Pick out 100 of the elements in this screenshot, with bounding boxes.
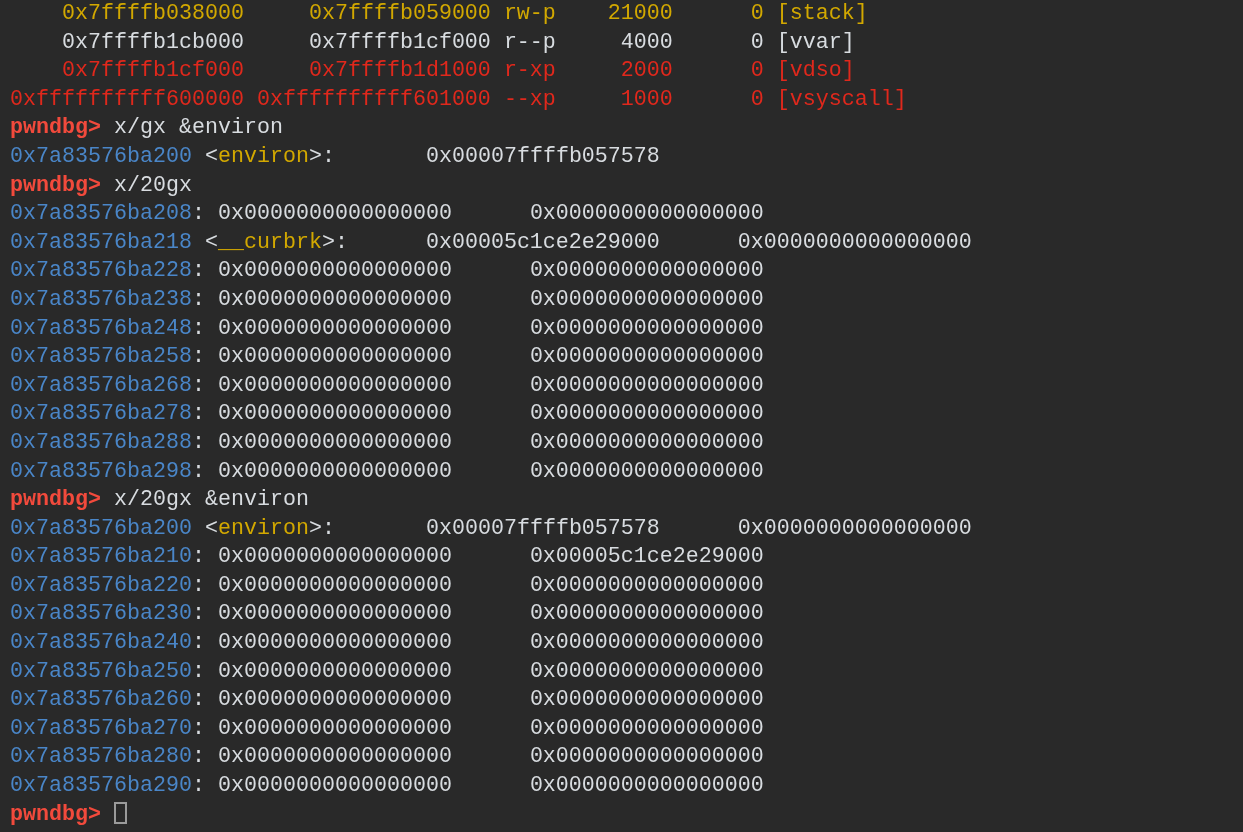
memory-value: 0x0000000000000000 [217,773,452,799]
punctuation-text: : [191,401,205,427]
memory-value: 0x0000000000000000 [529,658,764,684]
punctuation-text: >: [308,515,335,541]
memory-value: 0x0000000000000000 [217,544,452,570]
command-text: x/20gx [114,172,192,198]
permissions-text: rw-p [503,1,556,26]
punctuation-text: : [191,572,205,598]
map-offset: 0 [750,58,764,84]
memory-address: 0x7a83576ba270 [10,715,192,741]
punctuation-text: : [191,372,205,398]
permissions-text: r--p [503,29,556,55]
command-text: x/20gx &environ [114,487,309,513]
permissions-text: --xp [503,86,556,112]
memory-address: 0x7a83576ba250 [10,658,192,684]
memory-value: 0x0000000000000000 [529,315,764,341]
memory-value: 0x0000000000000000 [217,572,452,598]
memory-address: 0x7a83576ba210 [10,544,192,570]
memory-value: 0x0000000000000000 [217,429,452,455]
memory-value: 0x0000000000000000 [737,229,972,255]
punctuation-text: >: [321,229,348,255]
map-start-address: 0x7ffffb1cb000 [62,29,244,55]
punctuation-text: : [191,658,205,684]
memory-value: 0x0000000000000000 [217,401,452,427]
memory-value: 0x0000000000000000 [529,258,764,284]
memory-value: 0x0000000000000000 [217,258,452,284]
punctuation-text: : [191,601,205,627]
punctuation-text: : [191,344,205,370]
memory-address: 0x7a83576ba228 [10,258,192,284]
permissions-text: r-xp [503,58,556,84]
map-start-address: 0x7ffffb1cf000 [62,58,244,84]
map-end-address: 0x7ffffb059000 [308,1,491,26]
punctuation-text: < [204,229,218,255]
memory-address: 0x7a83576ba200 [10,515,192,541]
memory-value: 0x0000000000000000 [737,515,972,541]
memory-value: 0x0000000000000000 [529,572,764,598]
punctuation-text: : [191,687,205,713]
memory-value: 0x0000000000000000 [217,372,452,398]
memory-value: 0x0000000000000000 [529,286,764,312]
memory-address: 0x7a83576ba248 [10,315,192,341]
prompt-label: pwndbg> [10,487,101,513]
map-offset: 0 [750,29,764,55]
memory-address: 0x7a83576ba258 [10,344,192,370]
memory-value: 0x00005c1ce2e29000 [425,229,660,255]
memory-value: 0x0000000000000000 [217,201,452,227]
memory-address: 0x7a83576ba268 [10,372,192,398]
memory-value: 0x0000000000000000 [529,773,764,799]
memory-value: 0x0000000000000000 [217,744,452,770]
punctuation-text: : [191,315,205,341]
memory-address: 0x7a83576ba278 [10,401,192,427]
memory-value: 0x0000000000000000 [529,344,764,370]
memory-value: 0x00005c1ce2e29000 [529,544,764,570]
punctuation-text: : [191,429,205,455]
command-text: x/gx &environ [114,115,283,141]
memory-value: 0x0000000000000000 [217,715,452,741]
punctuation-text: : [191,715,205,741]
mapping-name: [vsyscall] [776,86,907,112]
punctuation-text: : [191,744,205,770]
memory-value: 0x0000000000000000 [217,601,452,627]
memory-value: 0x0000000000000000 [217,344,452,370]
symbol-name: __curbrk [217,229,322,255]
map-start-address: 0x7ffffb038000 [62,1,244,26]
symbol-name: environ [217,143,309,169]
memory-value: 0x0000000000000000 [529,372,764,398]
memory-address: 0x7a83576ba260 [10,687,192,713]
memory-address: 0x7a83576ba288 [10,429,192,455]
punctuation-text: : [191,201,205,227]
map-offset: 0 [750,86,764,112]
memory-value: 0x0000000000000000 [217,286,452,312]
punctuation-text: : [191,258,205,284]
memory-value: 0x0000000000000000 [217,630,452,656]
memory-value: 0x0000000000000000 [217,658,452,684]
mapping-name: [stack] [776,1,868,26]
memory-address: 0x7a83576ba230 [10,601,192,627]
map-size: 4000 [620,29,673,55]
memory-value: 0x00007ffffb057578 [425,143,660,169]
punctuation-text: : [191,458,205,484]
memory-address: 0x7a83576ba218 [10,229,192,255]
memory-address: 0x7a83576ba290 [10,773,192,799]
memory-value: 0x0000000000000000 [217,687,452,713]
memory-address: 0x7a83576ba200 [10,143,192,169]
punctuation-text: < [204,515,218,541]
memory-address: 0x7a83576ba238 [10,286,192,312]
map-end-address: 0x7ffffb1d1000 [308,58,491,84]
memory-value: 0x00007ffffb057578 [425,515,660,541]
memory-value: 0x0000000000000000 [529,401,764,427]
memory-value: 0x0000000000000000 [529,429,764,455]
memory-address: 0x7a83576ba240 [10,630,192,656]
memory-value: 0x0000000000000000 [217,458,452,484]
memory-address: 0x7a83576ba220 [10,572,192,598]
memory-address: 0x7a83576ba298 [10,458,192,484]
map-offset: 0 [750,1,764,26]
map-end-address: 0x7ffffb1cf000 [308,29,491,55]
memory-value: 0x0000000000000000 [529,201,764,227]
memory-value: 0x0000000000000000 [529,630,764,656]
punctuation-text: : [191,544,205,570]
mapping-name: [vvar] [776,29,855,55]
memory-value: 0x0000000000000000 [529,458,764,484]
map-start-address: 0xffffffffff600000 [10,86,244,112]
memory-value: 0x0000000000000000 [217,315,452,341]
